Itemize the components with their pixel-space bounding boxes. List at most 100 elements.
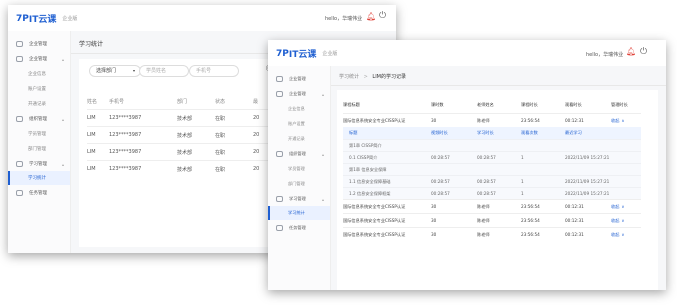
sidebar-item[interactable]: 学习管理 ▴ <box>268 192 330 206</box>
chapter-row: 第1章 CISSP简介 <box>343 139 641 152</box>
sidebar-item[interactable]: 学员管理 <box>268 162 330 176</box>
sub-spacer <box>611 152 641 164</box>
sidebar-item[interactable]: 企业信息 <box>268 102 330 116</box>
chevron-up-icon: ▴ <box>321 196 324 202</box>
bell-icon[interactable]: 🔔︎ <box>626 47 636 56</box>
sidebar-item-label: 企业管理 <box>289 76 306 81</box>
breadcrumb-current: LIM的学习记录 <box>372 74 406 80</box>
sidebar-item-label: 企业管理 <box>29 42 47 47</box>
breadcrumb-parent[interactable]: 学习统计 <box>339 74 359 80</box>
sidebar-item[interactable]: 学习管理 ▴ <box>8 157 70 171</box>
sidebar-item-label: 组织管理 <box>29 117 47 122</box>
sidebar-item[interactable]: 部门管理 <box>268 177 330 191</box>
sidebar-item[interactable]: 企业信息 <box>8 67 70 81</box>
action-cell: 收起 ∧ <box>611 114 641 128</box>
lesson-title-cell: 第1章 信息安全保障 <box>349 166 387 172</box>
chevron-down-icon[interactable]: ∨ <box>621 232 624 237</box>
sidebar-item[interactable]: 企业管理 ▴ <box>8 52 70 66</box>
sidebar-item[interactable]: 开通记录 <box>8 97 70 111</box>
logo[interactable]: 7P IT云课 企业版 <box>16 12 77 26</box>
menu-icon <box>16 116 23 122</box>
menu-icon <box>16 41 23 47</box>
chapter-row: 第1章 信息安全保障 <box>343 163 641 176</box>
sidebar-item[interactable]: 组织管理 ▴ <box>268 147 330 161</box>
collapse-link[interactable]: 收起 <box>611 118 619 123</box>
sidebar-item[interactable]: 学习统计 <box>8 171 70 185</box>
sidebar-item-label: 学习管理 <box>29 162 47 167</box>
lesson-views-cell <box>521 140 565 152</box>
sub-header-row: 标题 视频时长 学习时长 观看次数 最近学习 <box>343 127 641 140</box>
lesson-video-cell <box>431 164 477 176</box>
chevron-up-icon: ▴ <box>61 161 64 167</box>
lesson-study-cell <box>477 140 521 152</box>
lesson-video-cell: 00:28:57 <box>431 155 450 160</box>
table-cell: 123****3987 <box>109 149 142 155</box>
collapse-link[interactable]: 收起 <box>611 218 619 223</box>
chevron-down-icon[interactable]: ∨ <box>621 204 624 209</box>
student-name-input[interactable]: 学员姓名 <box>139 65 189 77</box>
logo[interactable]: 7P IT云课 企业版 <box>276 47 337 61</box>
course-watched-cell: 00:12:31 <box>565 218 584 223</box>
lesson-row[interactable]: 1.1 信息安全保障基础 00:28:57 00:28:57 1 2022/11/09 … <box>343 175 641 188</box>
course-lessons-cell: 30 <box>431 118 437 123</box>
sidebar-item-label: 学员管理 <box>288 166 305 171</box>
sub-column-header: 观看次数 <box>521 130 538 135</box>
menu-icon <box>16 161 23 167</box>
table-cell: 在职 <box>215 149 226 156</box>
sub-spacer <box>611 188 641 200</box>
menu-icon <box>276 76 283 82</box>
table-row[interactable]: LIM 123****3987 技术部 在职 20 <box>87 109 272 127</box>
logo-text: IT云课 <box>28 15 57 25</box>
course-watched-cell: 00:12:31 <box>565 204 584 209</box>
sidebar-item[interactable]: 账户设置 <box>268 117 330 131</box>
chevron-up-icon[interactable]: ∧ <box>621 118 624 123</box>
power-icon[interactable]: ⏻ <box>640 47 647 57</box>
sidebar-item[interactable]: 企业管理 ▴ <box>268 87 330 101</box>
sidebar-item[interactable]: 任务管理 <box>8 186 70 200</box>
sidebar-item[interactable]: 开通记录 <box>268 132 330 146</box>
sidebar-item[interactable]: 学员管理 <box>8 127 70 141</box>
lesson-row[interactable]: 1.2 信息安全保障框架 00:28:57 00:28:57 1 2022/11/09 … <box>343 187 641 200</box>
power-icon[interactable]: ⏻ <box>379 11 386 21</box>
logo-mark: 7P <box>276 48 289 59</box>
course-row[interactable]: 国际信息系统安全专业CISSP认证 30 陈老师 23:56:54 00:12:31 收起… <box>343 113 641 128</box>
lesson-last-cell: 2022/11/09 15:27:21 <box>565 179 610 184</box>
table-cell: 在职 <box>215 115 226 122</box>
sidebar-item-label: 企业信息 <box>288 106 305 111</box>
sidebar-item-label: 学习统计 <box>288 210 305 215</box>
table-cell: 技术部 <box>177 166 193 173</box>
sidebar-item[interactable]: 任务管理 <box>268 221 330 235</box>
sub-column-header: 学习时长 <box>477 130 494 135</box>
sub-column-header: 视频时长 <box>431 130 448 135</box>
sidebar-item[interactable]: 组织管理 ▴ <box>8 112 70 126</box>
collapse-link[interactable]: 收起 <box>611 204 619 209</box>
table-row[interactable]: LIM 123****3987 技术部 在职 20 <box>87 126 272 144</box>
phone-input[interactable]: 手机号 <box>189 65 239 77</box>
course-row[interactable]: 国际信息系统安全专业CISSP认证 30 陈老师 23:56:54 00:12:31 收起… <box>343 199 641 214</box>
table-cell: LIM <box>87 166 96 172</box>
course-watched-cell: 00:12:31 <box>565 232 584 237</box>
chevron-down-icon[interactable]: ∨ <box>621 218 624 223</box>
course-row[interactable]: 国际信息系统安全专业CISSP认证 30 陈老师 23:56:54 00:12:31 收起… <box>343 213 641 228</box>
sub-spacer <box>611 127 641 140</box>
department-select[interactable]: 选择部门 ▾ <box>89 65 141 77</box>
bell-icon[interactable]: 🔔︎ <box>366 12 376 21</box>
sidebar-item[interactable]: 部门管理 <box>8 142 70 156</box>
lesson-study-cell <box>477 164 521 176</box>
course-row[interactable]: 国际信息系统安全专业CISSP认证 30 陈老师 23:56:54 00:12:31 收起… <box>343 227 641 242</box>
collapse-link[interactable]: 收起 <box>611 232 619 237</box>
table-row[interactable]: LIM 123****3987 技术部 在职 20 <box>87 160 272 178</box>
sidebar: 企业管理企业管理 ▴ 企业信息账户设置 开通记录 组织管理 ▴ 学员管理部门管理 学习管理 ▴ 学… <box>268 66 331 290</box>
table-cell: 123****3987 <box>109 166 142 172</box>
menu-icon <box>16 190 23 196</box>
sidebar-item[interactable]: 企业管理 <box>8 37 70 51</box>
table-row[interactable]: LIM 123****3987 技术部 在职 20 <box>87 143 272 161</box>
sidebar-item[interactable]: 企业管理 <box>268 72 330 86</box>
action-cell: 收起 ∨ <box>611 228 641 242</box>
sidebar-item[interactable]: 学习统计 <box>268 206 330 220</box>
greeting-text: hello，华瑞伟业 <box>325 16 363 22</box>
sidebar-item[interactable]: 账户设置 <box>8 82 70 96</box>
lesson-study-cell: 00:28:57 <box>477 179 496 184</box>
lesson-title-cell: 0.1 CISSP简介 <box>349 154 378 160</box>
lesson-row[interactable]: 0.1 CISSP简介 00:28:57 00:28:57 1 2022/11/09 1… <box>343 151 641 164</box>
